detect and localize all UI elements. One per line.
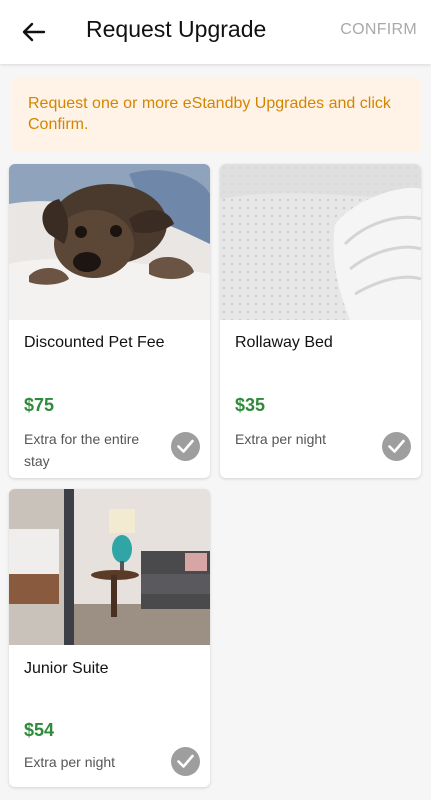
select-check-icon[interactable]: [171, 432, 200, 461]
page-title: Request Upgrade: [86, 16, 267, 42]
confirm-button[interactable]: CONFIRM: [340, 21, 417, 39]
info-banner: Request one or more eStandby Upgrades an…: [11, 78, 421, 152]
app-bar: Request Upgrade CONFIRM: [0, 0, 431, 64]
upgrade-price: $35: [235, 395, 266, 415]
upgrade-name: Discounted Pet Fee: [24, 334, 165, 351]
mattress-photo: [220, 164, 421, 320]
upgrade-name: Rollaway Bed: [235, 334, 333, 351]
upgrade-unit: Extra for the entire stay: [24, 431, 140, 469]
back-arrow-icon[interactable]: [14, 14, 54, 50]
select-check-icon[interactable]: [171, 747, 200, 776]
upgrade-price: $75: [24, 395, 55, 415]
upgrade-card-rollaway-bed[interactable]: Rollaway Bed $35 Extra per night: [220, 164, 421, 478]
upgrade-card-junior-suite[interactable]: Junior Suite $54 Extra per night: [9, 489, 210, 787]
upgrade-unit: Extra per night: [24, 754, 116, 770]
upgrade-price: $54: [24, 720, 55, 740]
upgrade-unit: Extra per night: [235, 431, 327, 447]
dog-photo: [9, 164, 210, 320]
upgrade-name: Junior Suite: [24, 660, 109, 677]
suite-photo: [9, 489, 210, 645]
select-check-icon[interactable]: [382, 432, 411, 461]
upgrade-card-pet-fee[interactable]: Discounted Pet Fee $75 Extra for the ent…: [9, 164, 210, 478]
